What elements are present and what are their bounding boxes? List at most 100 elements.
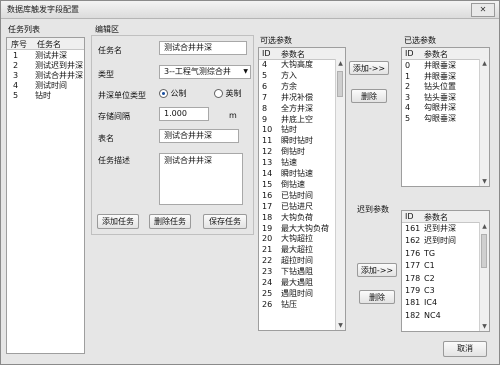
radio-metric[interactable]: 公制 (159, 88, 187, 99)
task-list-row[interactable]: 1 测试井深 (7, 51, 74, 61)
col-header-id: ID (262, 49, 271, 58)
available-param-row[interactable]: 11 瞬时钻时 (259, 136, 335, 146)
available-param-row-id: 21 (262, 245, 273, 255)
available-param-row[interactable]: 23 下钻遇阻 (259, 267, 335, 277)
available-param-row[interactable]: 5 方入 (259, 71, 335, 81)
lag-param-row-id: 179 (405, 286, 421, 295)
available-param-row-id: 5 (262, 70, 268, 80)
available-param-row[interactable]: 4 大钩高度 (259, 60, 335, 70)
available-param-row[interactable]: 22 超拉时间 (259, 256, 335, 266)
lag-param-row[interactable]: 162 迟到时间 (402, 236, 479, 246)
task-list-row[interactable]: 4 测试时间 (7, 81, 74, 91)
available-param-row[interactable]: 21 最大超拉 (259, 245, 335, 255)
close-button[interactable]: ✕ (471, 3, 495, 17)
available-param-row[interactable]: 18 大钩负荷 (259, 213, 335, 223)
add-task-button[interactable]: 添加任务 (97, 214, 139, 229)
available-param-row[interactable]: 12 倒钻时 (259, 147, 335, 157)
lag-param-row[interactable]: 179 C3 (402, 286, 479, 296)
add-param-button[interactable]: 添加->> (349, 61, 389, 75)
scroll-thumb[interactable] (337, 71, 343, 97)
lag-param-row-id: 178 (405, 273, 421, 283)
lag-param-row[interactable]: 181 IC4 (402, 298, 479, 308)
task-list-table[interactable]: 序号 任务名 1 测试井深 2 测试迟到井深 3 测试合井井深 4 测试时间 5 钻时 (6, 37, 85, 354)
selected-params-header: ID 参数名 (402, 48, 489, 60)
available-param-row-name: 下钻遇阻 (281, 267, 313, 277)
available-param-row-name: 全方井深 (281, 103, 313, 113)
lag-param-row-name: C2 (424, 273, 435, 283)
lag-param-row[interactable]: 182 NC4 (402, 311, 479, 321)
col-header-id: ID (405, 212, 414, 221)
selected-scrollbar[interactable]: ▲ ▼ (479, 59, 489, 186)
window-title: 数据库触发字段配置 (7, 5, 79, 14)
scroll-down-icon[interactable]: ▼ (336, 321, 345, 330)
col-header-task-name: 任务名 (37, 40, 61, 49)
available-param-row[interactable]: 6 方余 (259, 82, 335, 92)
task-list-row[interactable]: 2 测试迟到井深 (7, 61, 83, 71)
task-list-row[interactable]: 3 测试合井井深 (7, 71, 83, 81)
selected-param-row-id: 5 (405, 113, 411, 123)
selected-param-row[interactable]: 2 钻头位置 (402, 82, 479, 92)
scroll-down-icon[interactable]: ▼ (480, 177, 489, 186)
lag-param-row[interactable]: 177 C1 (402, 261, 479, 271)
lag-params-table[interactable]: ID 参数名 161 迟到井深 162 迟到时间 176 TG 177 C1 178 C2 179 C… (401, 210, 490, 332)
selected-param-row[interactable]: 1 井眼垂深 (402, 72, 479, 82)
delete-lag-param-button[interactable]: 删除 (359, 290, 395, 304)
selected-param-row-name: 钻头位置 (424, 82, 456, 91)
scroll-down-icon[interactable]: ▼ (480, 322, 489, 331)
available-param-row-name: 瞬时钻时 (281, 136, 313, 146)
delete-task-button[interactable]: 删除任务 (149, 214, 191, 229)
radio-imperial[interactable]: 英制 (214, 88, 242, 99)
selected-param-row[interactable]: 4 勾眼井深 (402, 103, 479, 113)
task-list-row[interactable]: 5 钻时 (7, 91, 74, 101)
lag-params-header: ID 参数名 (402, 211, 489, 223)
available-param-row[interactable]: 14 瞬时钻速 (259, 169, 335, 179)
available-param-row[interactable]: 17 已钻进尺 (259, 202, 335, 212)
available-param-row[interactable]: 19 最大大钩负荷 (259, 224, 335, 234)
lag-param-row-id: 181 (405, 298, 421, 308)
task-desc-field[interactable]: 测试合井井深 (159, 153, 243, 205)
available-param-row[interactable]: 9 井底上空 (259, 115, 335, 125)
selected-param-row[interactable]: 0 井眼垂深 (402, 61, 479, 71)
selected-params-table[interactable]: ID 参数名 0 井眼垂深 1 井眼垂深 2 钻头位置 3 钻头垂深 4 勾眼井深 5 勾眼垂深 ▲ … (401, 47, 490, 187)
selected-params-title: 已选参数 (404, 36, 436, 45)
cancel-button[interactable]: 取消 (443, 341, 487, 357)
task-name-field[interactable]: 测试合井井深 (159, 41, 247, 55)
available-params-header: ID 参数名 (259, 48, 345, 60)
storage-interval-field[interactable]: 1.000 (159, 107, 209, 121)
available-param-row-id: 17 (262, 201, 273, 211)
type-select[interactable]: 3--工程气测综合井 ▼ (159, 65, 251, 79)
available-param-row[interactable]: 15 倒钻速 (259, 180, 335, 190)
lag-scrollbar[interactable]: ▲ ▼ (479, 222, 489, 331)
col-header-id: ID (405, 49, 414, 58)
delete-param-button[interactable]: 删除 (351, 89, 387, 103)
save-task-button[interactable]: 保存任务 (203, 214, 247, 229)
available-param-row[interactable]: 26 钻压 (259, 300, 335, 310)
available-params-title: 可选参数 (260, 36, 292, 45)
available-param-row[interactable]: 24 最大遇阻 (259, 278, 335, 288)
lag-param-row[interactable]: 178 C2 (402, 274, 479, 284)
available-param-row[interactable]: 25 遇阻时间 (259, 289, 335, 299)
available-scrollbar[interactable]: ▲ ▼ (335, 59, 345, 330)
selected-param-row[interactable]: 3 钻头垂深 (402, 93, 479, 103)
table-name-field[interactable]: 测试合井井深 (159, 129, 239, 143)
available-param-row[interactable]: 7 井况补偿 (259, 93, 335, 103)
available-param-row[interactable]: 16 已钻时间 (259, 191, 335, 201)
scroll-up-icon[interactable]: ▲ (480, 222, 489, 231)
available-param-row[interactable]: 13 钻速 (259, 158, 335, 168)
scroll-up-icon[interactable]: ▲ (480, 59, 489, 68)
scroll-up-icon[interactable]: ▲ (336, 59, 345, 68)
available-params-table[interactable]: ID 参数名 4 大钩高度 5 方入 6 方余 7 井况补偿 8 全方井深 9 井底上空 10 钻时 11 瞬… (258, 47, 346, 331)
radio-imperial-label: 英制 (225, 89, 242, 98)
lag-param-row[interactable]: 176 TG (402, 249, 479, 259)
available-param-row[interactable]: 8 全方井深 (259, 104, 335, 114)
available-param-row-id: 15 (262, 179, 273, 189)
scroll-thumb[interactable] (481, 234, 487, 268)
task-list-row-no: 2 (13, 61, 19, 70)
selected-param-row[interactable]: 5 勾眼垂深 (402, 114, 479, 124)
lag-param-row-id: 176 (405, 248, 421, 258)
available-param-row[interactable]: 10 钻时 (259, 125, 335, 135)
add-lag-param-button[interactable]: 添加->> (357, 263, 397, 277)
lag-param-row[interactable]: 161 迟到井深 (402, 224, 479, 234)
available-param-row[interactable]: 20 大钩超拉 (259, 234, 335, 244)
selected-param-row-name: 钻头垂深 (424, 92, 456, 102)
